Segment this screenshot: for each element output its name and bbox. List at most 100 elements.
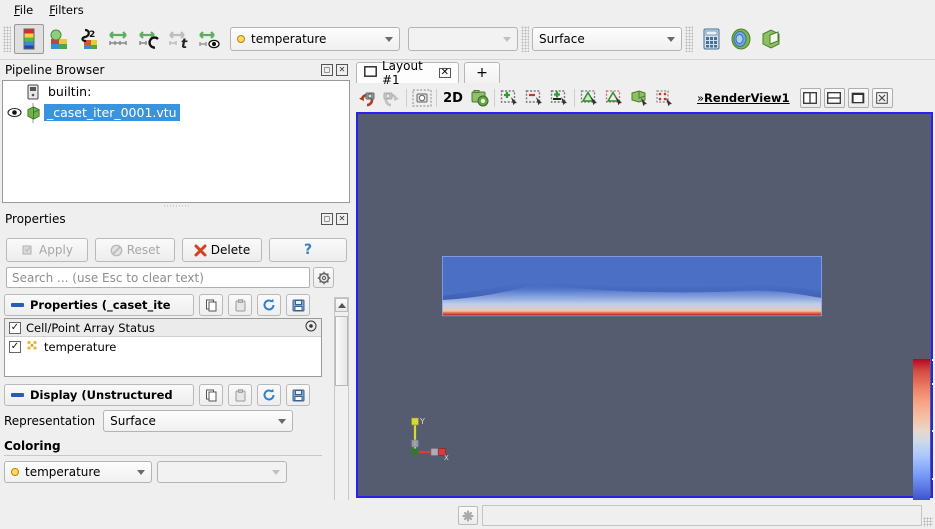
- view-layout-buttons: [797, 88, 893, 108]
- copy-icon[interactable]: [199, 384, 223, 406]
- pipeline-item-caset[interactable]: _caset_iter_0001.vtu: [3, 102, 349, 123]
- reset-icon: [110, 244, 123, 256]
- undock-icon[interactable]: ◻: [321, 213, 333, 225]
- undock-icon[interactable]: ◻: [321, 64, 333, 76]
- menu-filters[interactable]: Filters: [41, 1, 91, 19]
- select-cells-icon[interactable]: [497, 87, 522, 110]
- resize-grip[interactable]: [923, 517, 933, 527]
- rescale-to-custom-range-icon[interactable]: [104, 24, 134, 54]
- select-block-icon[interactable]: [627, 87, 652, 110]
- calculator-icon[interactable]: [696, 24, 726, 54]
- tab-layout-1[interactable]: Layout #1 ✕: [356, 59, 459, 87]
- menu-file[interactable]: File: [6, 1, 41, 19]
- eye-icon[interactable]: [7, 106, 22, 119]
- coloring-component-combo[interactable]: [157, 461, 287, 483]
- reset-range-temporal-icon[interactable]: [194, 24, 224, 54]
- point-array-icon: [11, 468, 19, 476]
- save-defaults-icon[interactable]: [286, 384, 310, 406]
- rescale-to-data-range-icon[interactable]: [44, 24, 74, 54]
- pipeline-tree[interactable]: builtin: _caset_iter_0001.vtu: [2, 80, 350, 203]
- properties-section-title[interactable]: Properties (_caset_ite: [4, 294, 194, 316]
- gear-icon[interactable]: [313, 267, 334, 288]
- properties-scrollbar[interactable]: [334, 297, 349, 519]
- progress-abort-icon[interactable]: [458, 506, 478, 525]
- select-points-polygon-icon[interactable]: [577, 87, 602, 110]
- restore-defaults-icon[interactable]: [257, 384, 281, 406]
- coloring-array-combo[interactable]: temperature: [4, 461, 152, 483]
- svg-text:t: t: [181, 37, 188, 50]
- array-status-header[interactable]: ✓ Cell/Point Array Status: [5, 319, 321, 337]
- restore-defaults-icon[interactable]: [257, 294, 281, 316]
- close-icon[interactable]: ✕: [336, 213, 348, 225]
- interactive-select-icon[interactable]: [652, 87, 677, 110]
- close-icon[interactable]: ✕: [438, 68, 451, 78]
- array-status-checkbox[interactable]: ✓: [9, 321, 21, 334]
- select-cells-polygon-icon[interactable]: [602, 87, 627, 110]
- array-status-menu-icon[interactable]: [305, 320, 317, 335]
- array-item-checkbox[interactable]: ✓: [9, 340, 21, 353]
- scroll-up-button[interactable]: [335, 298, 348, 312]
- select-cells-through-icon[interactable]: [547, 87, 572, 110]
- paste-icon[interactable]: [228, 384, 252, 406]
- save-defaults-icon[interactable]: [286, 294, 310, 316]
- point-array-icon: [237, 35, 245, 43]
- toolbar-separator: [574, 89, 575, 107]
- toolbar-grip-2[interactable]: [521, 26, 529, 52]
- 2d-label: 2D: [443, 90, 463, 106]
- toolbar-grip-3[interactable]: [685, 26, 693, 52]
- representation-selector-value: Surface: [539, 32, 585, 46]
- new-layout-tab[interactable]: +: [464, 62, 500, 83]
- pipeline-item-builtin-label: builtin:: [48, 84, 92, 99]
- edit-color-map-icon[interactable]: 2: [74, 24, 104, 54]
- copy-icon[interactable]: [199, 294, 223, 316]
- cell-point-array-status-list[interactable]: ✓ Cell/Point Array Status ✓ temperature: [4, 318, 322, 377]
- camera-icon[interactable]: [409, 87, 434, 110]
- properties-scroll-content: Properties (_caset_ite ✓ Cell/Point Arra…: [4, 294, 334, 519]
- render-view-name[interactable]: RenderView1: [704, 91, 790, 105]
- pipeline-browser-panel: Pipeline Browser ◻ ✕ builtin: _caset_ite…: [0, 60, 352, 205]
- representation-combo[interactable]: Surface: [103, 410, 294, 432]
- 2d-3d-toggle-button[interactable]: 2D: [439, 87, 467, 110]
- paraview-window: File Filters 2 t temperature Surface Pip…: [0, 0, 935, 529]
- apply-button[interactable]: Apply: [6, 238, 88, 262]
- svg-text:X: X: [444, 454, 449, 462]
- rescale-to-data-range-over-time-icon[interactable]: [134, 24, 164, 54]
- toolbar-overflow-icon[interactable]: »: [697, 91, 704, 105]
- close-icon[interactable]: ✕: [336, 64, 348, 76]
- representation-selector-combo[interactable]: Surface: [532, 27, 682, 51]
- split-horizontal-icon[interactable]: [799, 88, 821, 108]
- split-vertical-icon[interactable]: [823, 88, 845, 108]
- capture-screenshot-icon[interactable]: [467, 87, 492, 110]
- array-item-temperature[interactable]: ✓ temperature: [5, 337, 321, 356]
- color-legend-icon[interactable]: [14, 24, 44, 54]
- chevron-down-icon: [667, 36, 675, 42]
- render-view-canvas[interactable]: Y X 3.5e+02 340 320 300 2.9e+02 temper: [356, 112, 935, 503]
- toolbar-grip[interactable]: [3, 26, 11, 52]
- reset-button[interactable]: Reset: [95, 238, 175, 262]
- maximize-icon[interactable]: [847, 88, 869, 108]
- unstructured-grid-icon: [27, 106, 40, 120]
- array-selector-combo[interactable]: temperature: [230, 27, 400, 51]
- undo-camera-icon[interactable]: [354, 87, 379, 110]
- search-input[interactable]: Search ... (use Esc to clear text): [6, 267, 310, 288]
- pipeline-item-builtin[interactable]: builtin:: [3, 81, 349, 102]
- scrollbar-thumb[interactable]: [335, 316, 348, 386]
- select-points-icon[interactable]: [522, 87, 547, 110]
- clip-icon[interactable]: [756, 24, 786, 54]
- array-selector-value: temperature: [251, 32, 327, 46]
- redo-camera-icon[interactable]: [379, 87, 404, 110]
- help-button[interactable]: ?: [269, 238, 347, 262]
- component-selector-combo[interactable]: [408, 27, 518, 51]
- delete-button[interactable]: Delete: [182, 238, 262, 262]
- view-area: Layout #1 ✕ + 2D »RenderView1 Y X: [354, 59, 935, 503]
- pipeline-item-caset-label: _caset_iter_0001.vtu: [44, 104, 180, 121]
- status-message: [483, 509, 487, 522]
- rescale-to-visible-range-icon[interactable]: t: [164, 24, 194, 54]
- close-view-icon[interactable]: [871, 88, 893, 108]
- contour-icon[interactable]: [726, 24, 756, 54]
- display-section-title[interactable]: Display (Unstructured: [4, 384, 194, 406]
- orientation-axes-widget[interactable]: Y X: [406, 414, 452, 462]
- server-icon: [27, 84, 39, 99]
- paste-icon[interactable]: [228, 294, 252, 316]
- chevron-down-icon: [385, 36, 393, 42]
